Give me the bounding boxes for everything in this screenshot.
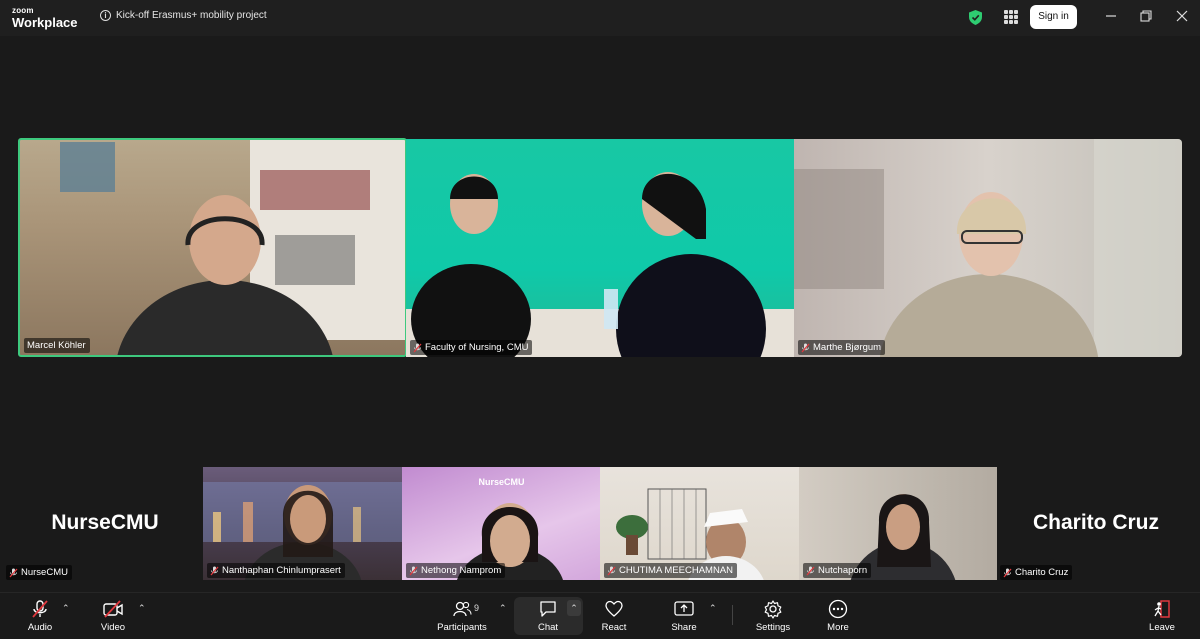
close-icon[interactable] (1175, 9, 1189, 23)
participant-name-tag-left: NurseCMU (6, 565, 72, 580)
video-tile[interactable]: Nanthaphan Chinlumprasert (203, 467, 402, 580)
participant-name: CHUTIMA MEECHAMNAN (619, 565, 734, 576)
zoom-logo: zoom Workplace (12, 6, 78, 30)
more-icon (828, 599, 848, 619)
video-tile[interactable]: CHUTIMA MEECHAMNAN (600, 467, 799, 580)
participants-button[interactable]: Participants (432, 597, 492, 635)
mic-muted-icon (9, 568, 18, 577)
share-label: Share (671, 622, 697, 633)
share-options-caret[interactable]: ⌃ (709, 603, 717, 614)
mic-muted-icon (806, 566, 815, 575)
gear-icon (764, 600, 782, 619)
audio-button[interactable]: Audio (10, 597, 70, 635)
participant-name: Nethong Namprom (421, 565, 502, 576)
minimize-icon[interactable] (1104, 9, 1118, 23)
shield-icon[interactable] (969, 10, 982, 25)
react-label: React (601, 622, 627, 633)
mic-muted-icon (801, 343, 810, 352)
participant-name-tag: CHUTIMA MEECHAMNAN (604, 563, 738, 578)
view-grid-icon[interactable] (1004, 10, 1018, 24)
more-label: More (827, 622, 849, 633)
chat-label: Chat (537, 622, 559, 633)
chat-icon (540, 601, 556, 617)
heart-icon (605, 600, 623, 617)
participant-name: Marthe Bjørgum (813, 342, 882, 353)
meeting-title: Kick-off Erasmus+ mobility project (116, 10, 267, 21)
video-button[interactable]: Video (83, 597, 143, 635)
participant-name: Nanthaphan Chinlumprasert (222, 565, 341, 576)
video-feed (794, 139, 1182, 357)
participant-name-tag: Nethong Namprom (406, 563, 506, 578)
video-tile[interactable]: Nutchaporn (799, 467, 997, 580)
mic-muted-icon (210, 566, 219, 575)
restore-icon[interactable] (1139, 9, 1153, 23)
participants-options-caret[interactable]: ⌃ (499, 603, 507, 614)
info-icon[interactable]: i (100, 10, 111, 21)
mic-muted-icon (413, 343, 422, 352)
meeting-info[interactable]: i Kick-off Erasmus+ mobility project (100, 10, 267, 21)
toolbar-divider (732, 605, 733, 625)
avatar-name-left: NurseCMU (51, 511, 159, 534)
mic-muted-icon (32, 600, 48, 618)
video-label: Video (100, 622, 126, 633)
participant-name: Faculty of Nursing, CMU (425, 342, 529, 353)
sign-in-button[interactable]: Sign in (1030, 5, 1077, 29)
camera-off-icon (103, 600, 123, 618)
settings-button[interactable]: Settings (743, 597, 803, 635)
chat-options-caret[interactable]: ⌃ (567, 600, 581, 616)
settings-label: Settings (755, 622, 791, 633)
brand-large: Workplace (12, 15, 78, 30)
brand-small: zoom (12, 6, 34, 15)
video-tile[interactable]: Faculty of Nursing, CMU (406, 139, 794, 357)
video-feed (406, 172, 794, 357)
participant-name-tag: Nutchaporn (803, 563, 872, 578)
participant-name-tag: Nanthaphan Chinlumprasert (207, 563, 345, 578)
mic-muted-icon (607, 566, 616, 575)
video-feed (60, 140, 405, 355)
video-tile[interactable]: NurseCMU Nethong Namprom (402, 467, 601, 580)
leave-button[interactable]: Leave (1132, 597, 1192, 635)
more-button[interactable]: More (808, 597, 868, 635)
participant-name: NurseCMU (21, 567, 68, 578)
participant-name: Marcel Köhler (27, 340, 86, 351)
video-options-caret[interactable]: ⌃ (138, 603, 146, 614)
audio-options-caret[interactable]: ⌃ (62, 603, 70, 614)
participant-name: Nutchaporn (818, 565, 868, 576)
share-button[interactable]: Share (654, 597, 714, 635)
participant-name-tag: Marthe Bjørgum (798, 340, 886, 355)
participant-count: 9 (474, 603, 480, 613)
react-button[interactable]: React (584, 597, 644, 635)
video-tile[interactable]: Marthe Bjørgum (794, 139, 1182, 357)
leave-icon (1154, 600, 1170, 618)
share-screen-icon (674, 601, 694, 616)
audio-label: Audio (27, 622, 53, 633)
participant-name-tag: Faculty of Nursing, CMU (410, 340, 533, 355)
mic-muted-icon (409, 566, 418, 575)
avatar-name-right: Charito Cruz (1033, 511, 1159, 534)
participants-label: Participants (437, 622, 487, 633)
participant-name: Charito Cruz (1015, 567, 1069, 578)
video-tile-active-speaker[interactable]: Marcel Köhler (18, 138, 407, 357)
participants-icon (453, 601, 472, 617)
leave-label: Leave (1149, 622, 1175, 633)
mic-muted-icon (1003, 568, 1012, 577)
participant-name-tag-right: Charito Cruz (1000, 565, 1073, 580)
title-bar: zoom Workplace i Kick-off Erasmus+ mobil… (0, 0, 1200, 36)
participant-name-tag: Marcel Köhler (24, 338, 90, 353)
